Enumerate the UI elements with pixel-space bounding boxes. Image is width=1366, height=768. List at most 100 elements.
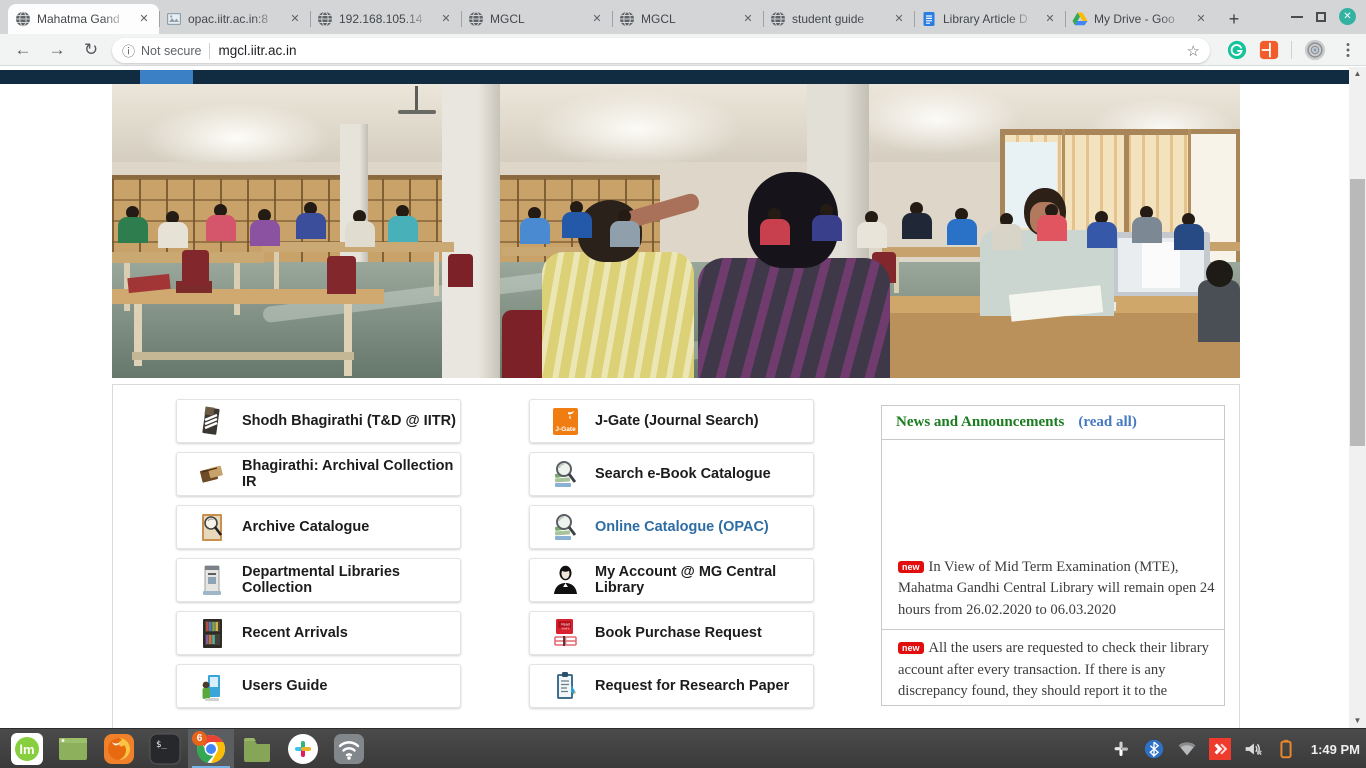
- slack-icon: [286, 732, 320, 766]
- taskbar-files[interactable]: [234, 729, 280, 768]
- grammarly-icon[interactable]: [1227, 40, 1247, 60]
- link-button-label: Online Catalogue (OPAC): [595, 519, 769, 535]
- link-button-my-account-mg-central-library[interactable]: My Account @ MG Central Library: [529, 558, 814, 602]
- link-button-online-catalogue-opac[interactable]: Online Catalogue (OPAC): [529, 505, 814, 549]
- photo-shape: [852, 84, 1022, 154]
- photo-shape: [1206, 260, 1233, 287]
- link-button-archive-catalogue[interactable]: Archive Catalogue: [176, 505, 461, 549]
- mint-menu-icon: lm: [10, 732, 44, 766]
- anydesk-icon[interactable]: [1209, 738, 1231, 760]
- tab-close-icon[interactable]: ✕: [1042, 11, 1058, 27]
- tab-close-icon[interactable]: ✕: [1193, 11, 1209, 27]
- bluetooth-icon[interactable]: [1143, 738, 1165, 760]
- tab-close-icon[interactable]: ✕: [438, 11, 454, 27]
- photo-person: [1132, 206, 1162, 243]
- bookmark-star-icon[interactable]: ☆: [1187, 42, 1200, 60]
- link-button-recent-arrivals[interactable]: Recent Arrivals: [176, 611, 461, 655]
- browser-tab-4[interactable]: MGCL✕: [612, 4, 763, 34]
- taskbar-firefox[interactable]: [96, 729, 142, 768]
- link-button-request-for-research-paper[interactable]: Request for Research Paper: [529, 664, 814, 708]
- browser-tab-0[interactable]: Mahatma Gand✕: [8, 4, 159, 34]
- drive-icon: [1072, 11, 1088, 27]
- link-button-label: Search e-Book Catalogue: [595, 466, 771, 482]
- scroll-up-arrow-icon[interactable]: ▲: [1349, 67, 1366, 81]
- browser-tab-1[interactable]: opac.iitr.ac.in:8✕: [159, 4, 310, 34]
- browser-tab-2[interactable]: 192.168.105.14✕: [310, 4, 461, 34]
- link-button-bhagirathi-archival-collection-ir[interactable]: Bhagirathi: Archival Collection IR: [176, 452, 461, 496]
- kebab-icon[interactable]: [1338, 40, 1358, 60]
- avatar-icon[interactable]: [1304, 39, 1326, 61]
- window-controls: ✕: [1291, 8, 1356, 25]
- scrollbar-thumb[interactable]: [1350, 179, 1365, 446]
- browser-tab-5[interactable]: student guide✕: [763, 4, 914, 34]
- address-bar[interactable]: ⓘ Not secure mgcl.iitr.ac.in ☆: [112, 38, 1210, 63]
- site-nav-active-item[interactable]: [140, 70, 193, 84]
- link-button-search-e-book-catalogue[interactable]: Search e-Book Catalogue: [529, 452, 814, 496]
- back-button[interactable]: ←: [10, 37, 36, 63]
- globe-icon: [317, 11, 333, 27]
- battery-icon[interactable]: [1275, 738, 1297, 760]
- library-reading-room-photo: [112, 84, 1240, 378]
- link-button-departmental-libraries-collection[interactable]: Departmental Libraries Collection: [176, 558, 461, 602]
- browser-tab-6[interactable]: Library Article D ✕: [914, 4, 1065, 34]
- photo-person-torso: [1174, 224, 1204, 250]
- photo-shape: [182, 250, 209, 286]
- taskbar-launchers: lm $_6: [4, 729, 372, 768]
- taskbar-slack[interactable]: [280, 729, 326, 768]
- taskbar-network[interactable]: [326, 729, 372, 768]
- photo-shape: [532, 89, 742, 169]
- browser-tab-3[interactable]: MGCL✕: [461, 4, 612, 34]
- page-scrollbar[interactable]: ▲ ▼: [1349, 67, 1366, 728]
- link-button-j-gate-journal-search[interactable]: J-GateJ-Gate (Journal Search): [529, 399, 814, 443]
- broken-image-icon: [166, 11, 182, 27]
- divider: [1291, 41, 1292, 59]
- tab-close-icon[interactable]: ✕: [136, 11, 152, 27]
- news-read-all-link[interactable]: (read all): [1078, 414, 1136, 431]
- wifi-icon[interactable]: [1176, 738, 1198, 760]
- photo-person: [992, 213, 1022, 250]
- webpage-viewport: Shodh Bhagirathi (T&D @ IITR) Bhagirathi:…: [0, 67, 1349, 728]
- photo-shape: [344, 304, 352, 376]
- globe-icon: [770, 11, 786, 27]
- search-books-icon: [552, 512, 579, 543]
- tab-close-icon[interactable]: ✕: [287, 11, 303, 27]
- new-tab-button[interactable]: +: [1220, 5, 1248, 33]
- files-icon: [240, 732, 274, 766]
- photo-person-torso: [388, 216, 418, 242]
- restore-button-icon[interactable]: [1316, 12, 1326, 22]
- tab-close-icon[interactable]: ✕: [589, 11, 605, 27]
- forward-button[interactable]: →: [44, 37, 70, 63]
- firefox-icon: [102, 732, 136, 766]
- minimize-button-icon[interactable]: [1291, 16, 1303, 18]
- link-button-shodh-bhagirathi-t-d-iitr[interactable]: Shodh Bhagirathi (T&D @ IITR): [176, 399, 461, 443]
- scroll-down-arrow-icon[interactable]: ▼: [1349, 714, 1366, 728]
- tab-close-icon[interactable]: ✕: [740, 11, 756, 27]
- link-button-users-guide[interactable]: Users Guide: [176, 664, 461, 708]
- browser-tab-7[interactable]: My Drive - Goo✕: [1065, 4, 1216, 34]
- reload-button[interactable]: ↻: [78, 37, 104, 63]
- photo-person-torso: [1037, 215, 1067, 241]
- link-button-label: Users Guide: [242, 678, 327, 694]
- news-panel: News and Announcements (read all) newIn …: [881, 405, 1225, 706]
- link-button-book-purchase-request[interactable]: ReadкнигаBook Purchase Request: [529, 611, 814, 655]
- photo-person: [118, 206, 148, 243]
- taskbar-chrome[interactable]: 6: [188, 729, 234, 768]
- security-chip[interactable]: ⓘ Not secure: [122, 41, 201, 60]
- taskbar-mint-menu[interactable]: lm: [4, 729, 50, 768]
- layout-grid-icon[interactable]: [1259, 40, 1279, 60]
- security-label: Not secure: [141, 44, 201, 58]
- photo-shape: [398, 110, 436, 114]
- svg-text:книга: книга: [562, 626, 570, 630]
- photo-person: [206, 204, 236, 241]
- photo-shape: [542, 252, 694, 378]
- volume-muted-icon[interactable]: [1242, 738, 1264, 760]
- tab-title: Library Article D: [943, 12, 1036, 26]
- news-title: News and Announcements: [896, 414, 1064, 431]
- taskbar-clock[interactable]: 1:49 PM: [1311, 742, 1360, 757]
- taskbar-terminal[interactable]: $_: [142, 729, 188, 768]
- slack-tray-icon[interactable]: [1110, 738, 1132, 760]
- tab-close-icon[interactable]: ✕: [891, 11, 907, 27]
- close-button-icon[interactable]: ✕: [1339, 8, 1356, 25]
- taskbar-show-desktop[interactable]: [50, 729, 96, 768]
- docs-icon: [921, 11, 937, 27]
